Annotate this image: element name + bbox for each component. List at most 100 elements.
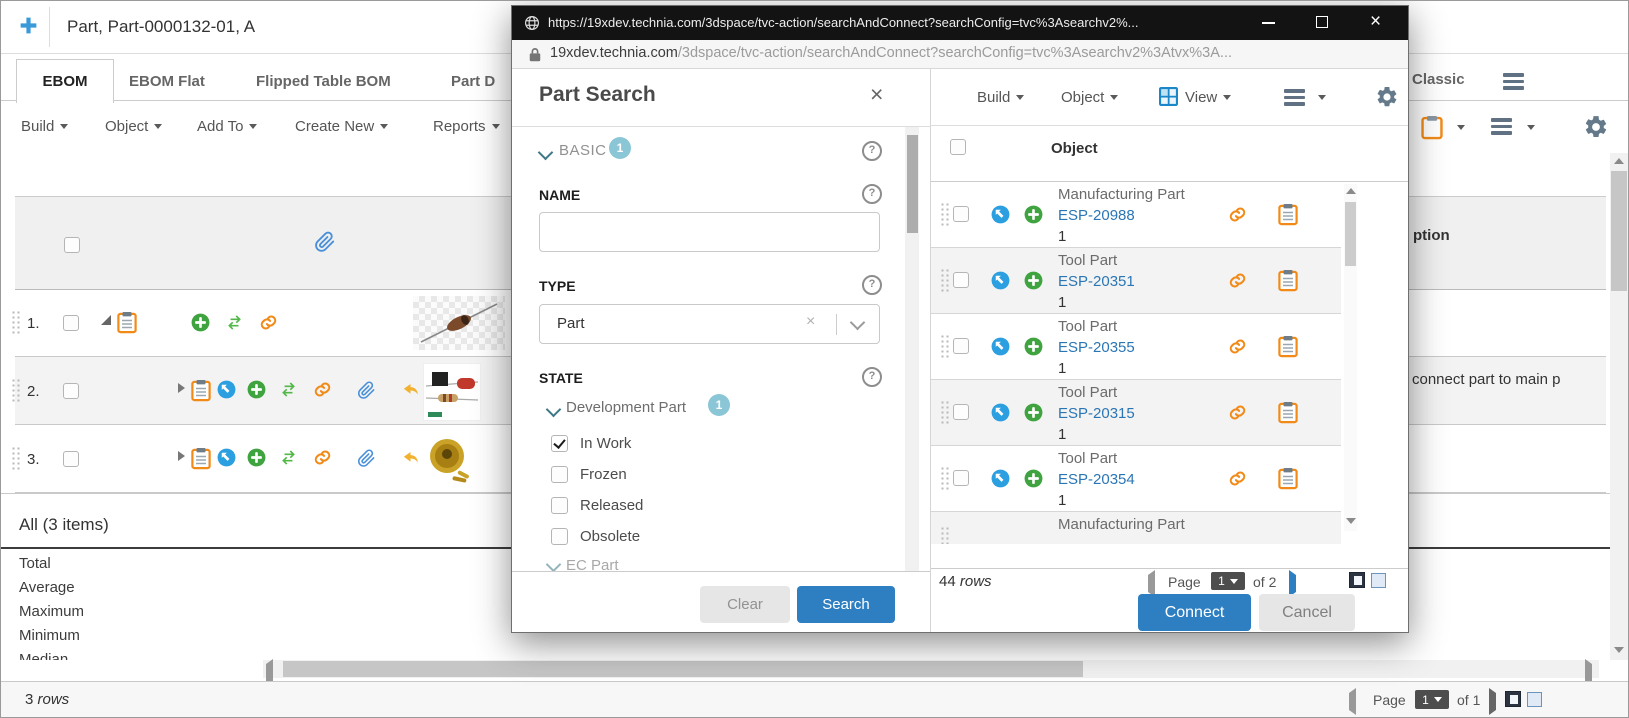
globe-promote-icon[interactable] xyxy=(991,205,1010,224)
maximize-table-icon[interactable] xyxy=(1505,691,1521,707)
caret-icon[interactable] xyxy=(1527,125,1535,130)
clipboard-icon[interactable] xyxy=(1421,115,1443,140)
expand-icon[interactable] xyxy=(178,451,185,461)
menu-reports[interactable]: Reports xyxy=(433,118,500,135)
section-basic-label[interactable]: BASIC xyxy=(559,142,607,159)
section-collapse-icon[interactable] xyxy=(538,145,554,161)
maximize-table-icon[interactable] xyxy=(1349,572,1365,588)
drag-handle-icon[interactable] xyxy=(940,526,950,544)
help-icon[interactable]: ? xyxy=(862,141,882,161)
add-circle-icon[interactable] xyxy=(1024,205,1043,224)
connect-icon[interactable] xyxy=(313,380,332,399)
result-row[interactable]: Tool Part ESP-20315 1 xyxy=(931,380,1341,446)
drag-handle-icon[interactable] xyxy=(11,378,21,404)
state-label-frozen[interactable]: Frozen xyxy=(580,466,627,483)
scroll-up-icon[interactable] xyxy=(1614,158,1624,164)
close-search-icon[interactable]: × xyxy=(870,81,883,108)
connect-icon[interactable] xyxy=(1228,469,1247,488)
result-row[interactable]: Tool Part ESP-20354 1 xyxy=(931,446,1341,512)
name-input[interactable] xyxy=(539,212,880,252)
hscroll-thumb[interactable] xyxy=(283,661,1083,677)
connect-icon[interactable] xyxy=(1228,271,1247,290)
drag-handle-icon[interactable] xyxy=(11,446,21,472)
tab-flipped-table-bom[interactable]: Flipped Table BOM xyxy=(256,73,391,90)
clear-button[interactable]: Clear xyxy=(700,586,790,623)
state-group-label[interactable]: Development Part xyxy=(566,399,686,416)
row-checkbox[interactable] xyxy=(953,338,969,354)
scroll-up-icon[interactable] xyxy=(1346,188,1356,194)
clipboard-icon[interactable] xyxy=(1278,401,1298,424)
replace-icon[interactable] xyxy=(279,448,298,467)
row-checkbox[interactable] xyxy=(953,470,969,486)
vscroll-thumb[interactable] xyxy=(1611,171,1627,291)
restore-table-icon[interactable] xyxy=(1371,573,1386,588)
results-vscrollbar[interactable] xyxy=(1344,184,1357,531)
paperclip-icon[interactable] xyxy=(357,380,376,399)
results-menu-object[interactable]: Object xyxy=(1061,89,1118,106)
state-checkbox-in-work[interactable] xyxy=(551,435,568,452)
cancel-button[interactable]: Cancel xyxy=(1259,594,1355,631)
part-name-link[interactable]: ESP-20355 xyxy=(1058,337,1135,358)
add-circle-icon[interactable] xyxy=(1024,271,1043,290)
popup-addressbar[interactable]: 19xdev.technia.com/3dspace/tvc-action/se… xyxy=(512,40,1408,69)
scroll-down-icon[interactable] xyxy=(1614,647,1624,653)
type-select[interactable]: Part × xyxy=(539,304,880,344)
row-checkbox[interactable] xyxy=(63,315,79,331)
main-hscrollbar[interactable] xyxy=(263,660,1599,678)
maximize-icon[interactable] xyxy=(1316,16,1328,28)
drag-handle-icon[interactable] xyxy=(11,310,21,336)
expand-icon[interactable] xyxy=(178,383,185,393)
drag-handle-icon[interactable] xyxy=(940,466,950,490)
page-select[interactable]: 1 xyxy=(1415,690,1449,709)
add-circle-icon[interactable] xyxy=(1024,469,1043,488)
state-checkbox-obsolete[interactable] xyxy=(551,528,568,545)
part-name-link[interactable]: ESP-20354 xyxy=(1058,469,1135,490)
minimize-icon[interactable] xyxy=(1262,22,1275,24)
globe-promote-icon[interactable] xyxy=(217,448,236,467)
results-menu-view[interactable]: View xyxy=(1185,89,1231,106)
globe-promote-icon[interactable] xyxy=(991,271,1010,290)
state-group-collapse-icon[interactable] xyxy=(546,557,562,571)
globe-promote-icon[interactable] xyxy=(991,469,1010,488)
connect-icon[interactable] xyxy=(1228,403,1247,422)
popup-titlebar[interactable]: https://19xdev.technia.com/3dspace/tvc-a… xyxy=(512,6,1408,40)
main-vscrollbar[interactable] xyxy=(1610,153,1628,660)
clipboard-icon[interactable] xyxy=(1278,269,1298,292)
search-button[interactable]: Search xyxy=(797,586,895,623)
state-checkbox-released[interactable] xyxy=(551,497,568,514)
clipboard-icon[interactable] xyxy=(117,311,137,334)
undo-icon[interactable] xyxy=(401,448,420,467)
add-circle-icon[interactable] xyxy=(1024,403,1043,422)
state-label-obsolete[interactable]: Obsolete xyxy=(580,528,640,545)
menu-object[interactable]: Object xyxy=(105,118,162,135)
row-checkbox[interactable] xyxy=(953,272,969,288)
part-name-link[interactable]: ESP-20351 xyxy=(1058,271,1135,292)
caret-icon[interactable] xyxy=(1318,95,1326,100)
select-all-checkbox[interactable] xyxy=(64,237,80,253)
gear-icon[interactable] xyxy=(1583,114,1609,140)
menu-create-new[interactable]: Create New xyxy=(295,118,388,135)
close-window-icon[interactable]: × xyxy=(1370,11,1381,33)
globe-promote-icon[interactable] xyxy=(217,380,236,399)
clipboard-icon[interactable] xyxy=(191,379,211,402)
globe-promote-icon[interactable] xyxy=(991,403,1010,422)
results-page-prev-icon[interactable] xyxy=(1148,575,1155,593)
drag-handle-icon[interactable] xyxy=(940,268,950,292)
undo-icon[interactable] xyxy=(401,380,420,399)
scroll-right-icon[interactable] xyxy=(1585,664,1592,682)
search-scroll-thumb[interactable] xyxy=(907,135,918,233)
clipboard-icon[interactable] xyxy=(1278,335,1298,358)
results-select-all-checkbox[interactable] xyxy=(950,139,966,155)
dropdown-chevron-icon[interactable] xyxy=(850,315,866,331)
results-page-next-icon[interactable] xyxy=(1289,575,1296,593)
help-icon[interactable]: ? xyxy=(862,367,882,387)
collapse-icon[interactable] xyxy=(101,315,111,325)
column-header-object[interactable]: Object xyxy=(1051,140,1098,157)
help-icon[interactable]: ? xyxy=(862,275,882,295)
results-vscroll-thumb[interactable] xyxy=(1345,202,1356,266)
caret-icon[interactable] xyxy=(1457,125,1465,130)
tab-part-d[interactable]: Part D xyxy=(451,73,511,90)
state-checkbox-frozen[interactable] xyxy=(551,466,568,483)
clipboard-icon[interactable] xyxy=(1278,203,1298,226)
page-next-icon[interactable] xyxy=(1489,693,1496,711)
